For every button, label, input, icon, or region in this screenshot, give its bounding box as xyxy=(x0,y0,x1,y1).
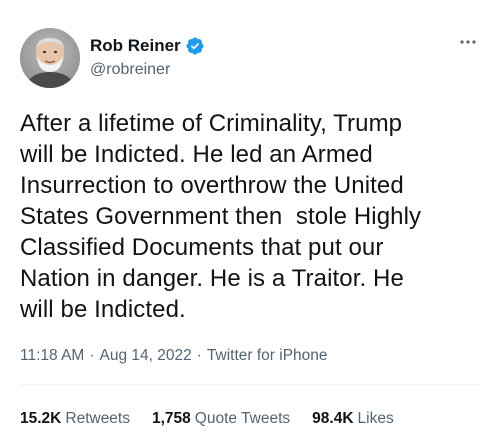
tweet-meta: 11:18 AM · Aug 14, 2022 · Twitter for iP… xyxy=(20,347,328,365)
meta-separator: · xyxy=(89,347,95,364)
likes-stat[interactable]: 98.4K Likes xyxy=(312,410,394,428)
quote-tweets-count: 1,758 xyxy=(152,410,191,427)
user-block: Rob Reiner @robreiner xyxy=(90,35,205,79)
avatar[interactable] xyxy=(20,28,80,88)
retweets-count: 15.2K xyxy=(20,410,62,427)
avatar-image xyxy=(20,28,80,88)
more-dots-icon xyxy=(460,40,476,44)
more-options-button[interactable] xyxy=(456,34,480,50)
meta-separator: · xyxy=(196,347,202,364)
retweets-label: Retweets xyxy=(65,410,130,427)
display-name-row: Rob Reiner xyxy=(90,35,205,57)
tweet-source[interactable]: Twitter for iPhone xyxy=(207,347,328,365)
verified-badge-icon xyxy=(185,36,205,56)
tweet-text: After a lifetime of Criminality, Trump w… xyxy=(20,110,422,323)
tweet-date[interactable]: Aug 14, 2022 xyxy=(100,347,192,365)
tweet-card: Rob Reiner @robreiner After a lifetime o… xyxy=(0,0,500,446)
quote-tweets-stat[interactable]: 1,758 Quote Tweets xyxy=(152,410,290,428)
quote-tweets-label: Quote Tweets xyxy=(194,410,291,427)
likes-label: Likes xyxy=(357,410,394,427)
retweets-stat[interactable]: 15.2K Retweets xyxy=(20,410,130,428)
user-handle[interactable]: @robreiner xyxy=(90,61,205,79)
divider xyxy=(20,384,480,385)
display-name[interactable]: Rob Reiner xyxy=(90,36,181,56)
likes-count: 98.4K xyxy=(312,410,354,427)
engagement-stats: 15.2K Retweets 1,758 Quote Tweets 98.4K Lik… xyxy=(20,410,394,428)
tweet-header: Rob Reiner @robreiner xyxy=(20,28,480,90)
tweet-time[interactable]: 11:18 AM xyxy=(20,347,84,365)
